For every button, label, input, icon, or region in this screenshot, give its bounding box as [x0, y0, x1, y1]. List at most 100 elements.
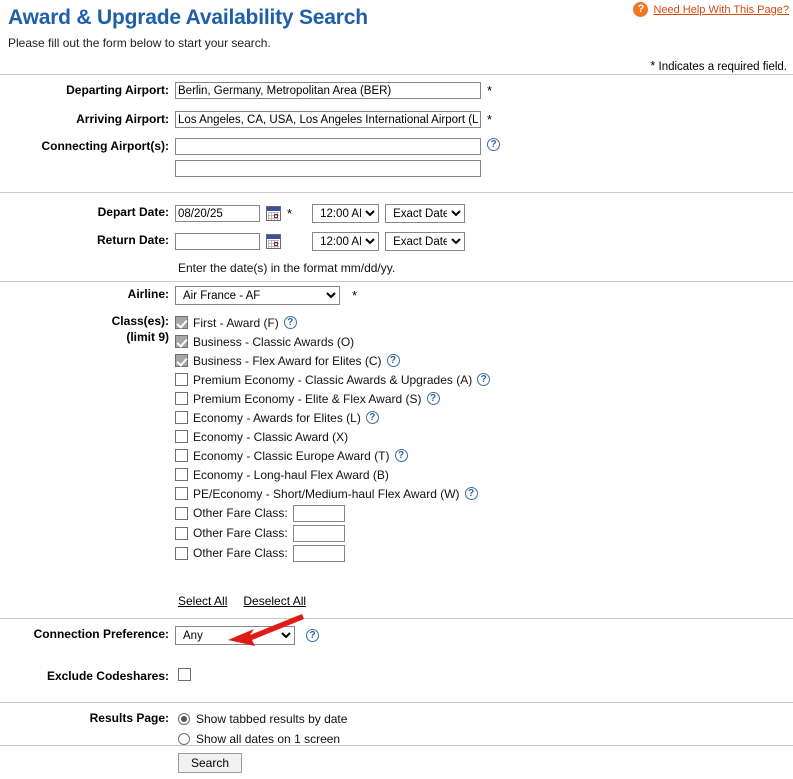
class-help-icon-economy-classic-europe-t[interactable]: ?: [394, 449, 408, 462]
classes-list: First - Award (F) ? Business - Classic A…: [175, 313, 491, 563]
class-checkbox-business-flex-c[interactable]: [175, 354, 188, 367]
class-help-icon-pe-economy-short-medium-w[interactable]: ?: [464, 487, 478, 500]
exclude-codeshares-checkbox[interactable]: [178, 668, 191, 681]
connecting-airport-input-1[interactable]: [175, 138, 481, 155]
class-checkbox-row: Economy - Classic Award (X): [175, 427, 490, 446]
departing-required-star: *: [487, 83, 493, 98]
class-checkbox-economy-classic-europe-t[interactable]: [175, 449, 188, 462]
connecting-airport-label: Connecting Airport(s):: [41, 139, 169, 153]
airline-label: Airline:: [127, 287, 169, 301]
depart-time-select[interactable]: 12:00 AM: [312, 204, 380, 223]
class-checkbox-row: Economy - Classic Europe Award (T) ?: [175, 446, 490, 465]
required-note-text: Indicates a required field.: [658, 61, 788, 73]
class-checkbox-row: Economy - Awards for Elites (L) ?: [175, 408, 490, 427]
class-label-economy-classic-europe-t: Economy - Classic Europe Award (T): [193, 448, 390, 463]
exclude-codeshares-label: Exclude Codeshares:: [46, 669, 169, 683]
departing-airport-label: Departing Airport:: [66, 83, 169, 97]
results-page-options: Show tabbed results by date Show all dat…: [175, 710, 347, 748]
connection-preference-label: Connection Preference:: [33, 627, 169, 641]
airline-required-star: *: [352, 288, 358, 303]
connection-preference-help-icon[interactable]: ?: [306, 629, 319, 642]
class-checkbox-row: Premium Economy - Elite & Flex Award (S)…: [175, 389, 490, 408]
airline-select[interactable]: Air France - AF: [175, 286, 340, 305]
class-checkbox-row: PE/Economy - Short/Medium-haul Flex Awar…: [175, 484, 490, 503]
class-checkbox-business-classic-o[interactable]: [175, 335, 188, 348]
class-label-economy-awards-elites-l: Economy - Awards for Elites (L): [193, 410, 361, 425]
deselect-all-link[interactable]: Deselect All: [243, 594, 306, 608]
other-fare-class-input-2[interactable]: [292, 524, 345, 542]
class-label-premium-economy-classic-a: Premium Economy - Classic Awards & Upgra…: [193, 372, 473, 387]
classes-label-main: Class(es):: [111, 314, 169, 328]
airline-row: Airline: Air France - AF *: [0, 286, 357, 305]
other-fare-class-row-1: Other Fare Class:: [175, 503, 490, 523]
need-help-link-group[interactable]: ? Need Help With This Page?: [633, 2, 789, 17]
question-badge-icon: ?: [633, 2, 649, 17]
connecting-airport-input-2[interactable]: [175, 160, 481, 177]
results-option-tabbed-row: Show tabbed results by date: [178, 710, 347, 728]
other-fare-class-row-2: Other Fare Class:: [175, 523, 490, 543]
class-checkbox-economy-classic-x[interactable]: [175, 430, 188, 443]
class-checkbox-economy-longhaul-flex-b[interactable]: [175, 468, 188, 481]
connection-preference-row: Connection Preference: Any ?: [0, 626, 319, 645]
return-calendar-icon[interactable]: [266, 234, 281, 249]
other-fare-class-input-3[interactable]: [292, 544, 345, 562]
departing-airport-input[interactable]: [175, 82, 481, 99]
other-fare-class-checkbox-3[interactable]: [175, 546, 188, 560]
return-date-label: Return Date:: [96, 233, 169, 247]
depart-exactness-select[interactable]: Exact Date: [385, 204, 466, 223]
class-label-economy-longhaul-flex-b: Economy - Long-haul Flex Award (B): [193, 467, 389, 482]
divider-top: [0, 74, 793, 75]
depart-required-star: *: [287, 206, 293, 221]
return-date-row: Return Date: * 12:00 AM Exact Date: [0, 232, 466, 251]
class-checkbox-economy-awards-elites-l[interactable]: [175, 411, 188, 424]
connecting-airport-row: Connecting Airport(s): ?: [0, 138, 500, 177]
required-field-note: * Indicates a required field.: [650, 58, 787, 73]
select-all-link[interactable]: Select All: [178, 594, 227, 608]
return-time-select[interactable]: 12:00 AM: [312, 232, 380, 251]
class-label-pe-economy-short-medium-w: PE/Economy - Short/Medium-haul Flex Awar…: [193, 486, 460, 501]
return-date-input[interactable]: [175, 233, 260, 250]
class-checkbox-first-award-f[interactable]: [175, 316, 188, 329]
required-star: *: [650, 58, 656, 73]
class-help-icon-economy-awards-elites-l[interactable]: ?: [365, 411, 379, 424]
results-option-all-dates-row: Show all dates on 1 screen: [178, 730, 347, 748]
results-radio-all-dates[interactable]: [178, 733, 190, 745]
divider-dates: [0, 281, 793, 282]
class-checkbox-row: Economy - Long-haul Flex Award (B): [175, 465, 490, 484]
depart-date-row: Depart Date: * 12:00 AM Exact Date: [0, 204, 466, 223]
other-fare-class-input-1[interactable]: [292, 504, 345, 522]
arriving-airport-row: Arriving Airport: *: [0, 111, 492, 128]
search-button[interactable]: Search: [178, 753, 243, 773]
results-radio-tabbed[interactable]: [178, 713, 190, 725]
class-checkbox-row: First - Award (F) ?: [175, 313, 490, 332]
classes-row: Class(es): (limit 9) First - Award (F) ?…: [0, 313, 491, 563]
need-help-link[interactable]: Need Help With This Page?: [653, 4, 789, 16]
connection-preference-select[interactable]: Any: [175, 626, 295, 645]
class-help-icon-first-award-f[interactable]: ?: [283, 316, 297, 329]
class-checkbox-premium-economy-elite-s[interactable]: [175, 392, 188, 405]
date-format-hint: Enter the date(s) in the format mm/dd/yy…: [178, 261, 396, 275]
exclude-codeshares-row: Exclude Codeshares:: [0, 668, 191, 684]
class-checkbox-row: Business - Flex Award for Elites (C) ?: [175, 351, 490, 370]
class-help-icon-premium-economy-classic-a[interactable]: ?: [477, 373, 491, 386]
other-fare-class-label-2: Other Fare Class:: [193, 526, 288, 540]
other-fare-class-checkbox-2[interactable]: [175, 526, 188, 540]
other-fare-class-label-3: Other Fare Class:: [193, 546, 288, 560]
arriving-airport-input[interactable]: [175, 111, 481, 128]
class-checkbox-premium-economy-classic-a[interactable]: [175, 373, 188, 386]
award-search-page: Award & Upgrade Availability Search Plea…: [0, 0, 793, 779]
depart-date-input[interactable]: [175, 205, 260, 222]
class-checkbox-row: Business - Classic Awards (O): [175, 332, 490, 351]
class-help-icon-premium-economy-elite-s[interactable]: ?: [426, 392, 440, 405]
class-checkbox-row: Premium Economy - Classic Awards & Upgra…: [175, 370, 491, 389]
class-checkbox-pe-economy-short-medium-w[interactable]: [175, 487, 188, 500]
results-label-tabbed: Show tabbed results by date: [196, 712, 348, 726]
other-fare-class-checkbox-1[interactable]: [175, 506, 188, 520]
divider-classes: [0, 618, 793, 619]
return-exactness-select[interactable]: Exact Date: [385, 232, 466, 251]
arriving-airport-label: Arriving Airport:: [76, 112, 169, 126]
depart-date-label: Depart Date:: [97, 205, 169, 219]
connecting-airport-help-icon[interactable]: ?: [487, 138, 500, 151]
class-help-icon-business-flex-c[interactable]: ?: [386, 354, 400, 367]
depart-calendar-icon[interactable]: [266, 206, 281, 221]
